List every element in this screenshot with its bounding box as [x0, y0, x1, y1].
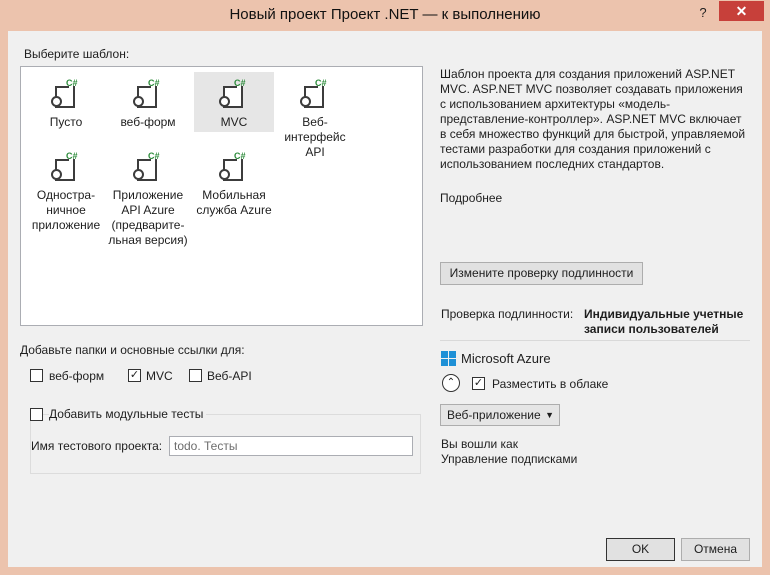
ok-button[interactable]: OK — [606, 538, 675, 561]
dialog-body: Выберите шаблон: C# Пусто C# веб-форм C# MV… — [8, 31, 762, 567]
chevron-down-icon: ▼ — [545, 410, 554, 420]
template-label: Выберите шаблон: — [24, 47, 130, 61]
dialog-window: Новый проект Проект .NET — к выполнению … — [0, 0, 770, 575]
signed-in-label: Вы вошли как — [441, 437, 518, 451]
collapse-icon[interactable]: ⌃ — [442, 374, 460, 392]
auth-label: Проверка подлинности: — [441, 307, 574, 321]
web-project-icon: C# — [51, 78, 81, 110]
template-item-spa[interactable]: C# Одностра- ничное приложение — [26, 145, 106, 232]
csharp-badge: C# — [315, 78, 327, 88]
title-bar: Новый проект Проект .NET — к выполнению … — [0, 0, 770, 30]
template-item-webforms[interactable]: C# веб-форм — [108, 72, 188, 132]
web-project-icon: C# — [300, 78, 330, 110]
template-name: MVC — [220, 115, 248, 129]
help-button[interactable]: ? — [690, 2, 716, 24]
learn-more-link[interactable]: Подробнее — [440, 191, 502, 205]
web-project-icon: C# — [51, 151, 81, 183]
host-cloud-checkbox[interactable]: ✓ — [472, 377, 485, 390]
template-name: Веб-интерфейс API — [284, 115, 346, 159]
template-list: C# Пусто C# веб-форм C# MVC C# Веб-интерфейс… — [20, 66, 423, 326]
test-project-name-label: Имя тестового проекта: — [31, 439, 163, 453]
csharp-badge: C# — [234, 78, 246, 88]
template-item-azure-mobile[interactable]: C# Мобильная служба Azure — [194, 145, 274, 217]
folder-webforms-checkbox[interactable] — [30, 369, 43, 382]
template-item-webapi[interactable]: C# Веб-интерфейс API — [275, 72, 355, 159]
template-item-mvc[interactable]: C# MVC — [194, 72, 274, 132]
windows-icon — [441, 351, 456, 366]
template-item-azure-api[interactable]: C# Приложение API Azure (предварите- льна… — [108, 145, 188, 247]
folder-mvc-checkbox[interactable]: ✓ — [128, 369, 141, 382]
template-name: Одностра- ничное приложение — [31, 188, 101, 232]
app-type-dropdown[interactable]: Веб-приложение ▼ — [440, 404, 560, 426]
add-tests-label: Добавить модульные тесты — [49, 407, 207, 421]
add-tests-checkbox[interactable] — [30, 408, 43, 421]
web-project-icon: C# — [133, 78, 163, 110]
csharp-badge: C# — [234, 151, 246, 161]
csharp-badge: C# — [148, 78, 160, 88]
folder-webapi-checkbox[interactable] — [189, 369, 202, 382]
window-title: Новый проект Проект .NET — к выполнению — [229, 6, 541, 23]
auth-value: Индивидуальные учетные записи пользовате… — [584, 307, 744, 336]
change-auth-button[interactable]: Измените проверку подлинности — [440, 262, 643, 285]
host-cloud-label: Разместить в облаке — [492, 377, 609, 391]
csharp-badge: C# — [66, 78, 78, 88]
cancel-button[interactable]: Отмена — [681, 538, 750, 561]
azure-title: Microsoft Azure — [461, 351, 551, 366]
template-description: Шаблон проекта для создания приложений A… — [440, 67, 746, 171]
folder-webapi-label: Веб-API — [207, 369, 252, 383]
csharp-badge: C# — [66, 151, 78, 161]
test-project-name-input[interactable]: todo. Тесты — [169, 436, 413, 456]
template-name: Мобильная служба Azure — [196, 188, 272, 217]
template-name: Приложение API Azure (предварите- льная … — [108, 188, 188, 247]
template-item-empty[interactable]: C# Пусто — [26, 72, 106, 132]
web-project-icon: C# — [219, 78, 249, 110]
close-button[interactable]: ✕ — [719, 1, 764, 21]
folder-mvc-label: MVC — [146, 369, 173, 383]
csharp-badge: C# — [148, 151, 160, 161]
template-name: веб-форм — [120, 115, 176, 129]
folder-webforms-label: веб-форм — [49, 369, 105, 383]
folders-label: Добавьте папки и основные ссылки для: — [20, 343, 245, 357]
web-project-icon: C# — [133, 151, 163, 183]
template-name: Пусто — [49, 115, 83, 129]
manage-subscriptions-link[interactable]: Управление подписками — [441, 452, 577, 466]
app-type-value: Веб-приложение — [447, 408, 541, 422]
web-project-icon: C# — [219, 151, 249, 183]
separator — [440, 340, 750, 341]
